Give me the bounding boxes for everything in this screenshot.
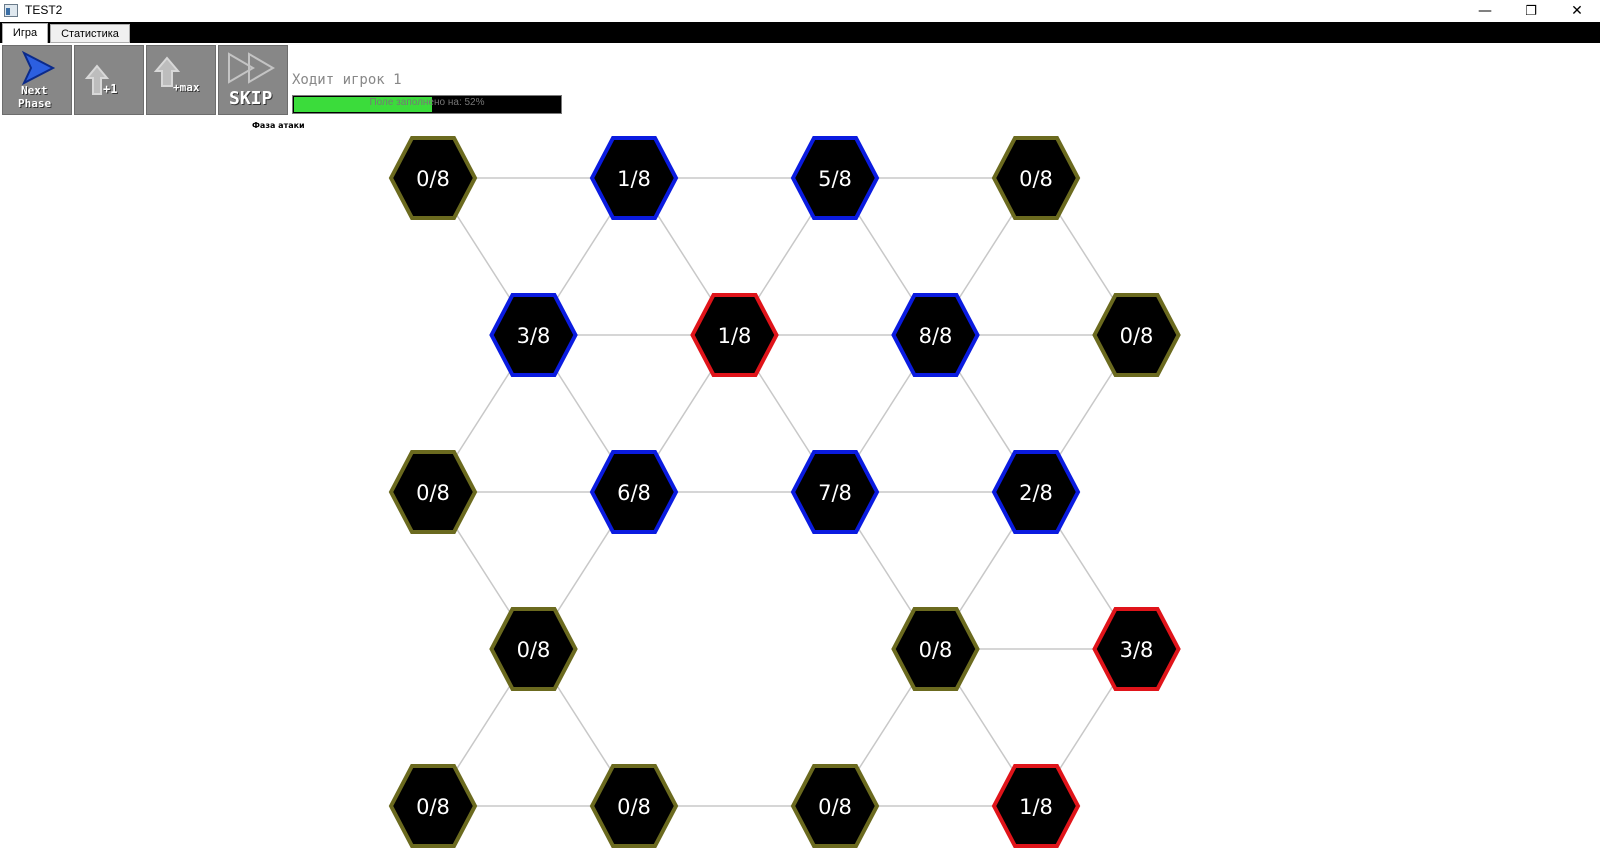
hex-value: 6/8 <box>617 481 651 505</box>
hex-cell-r4c2[interactable]: 0/8 <box>790 764 880 848</box>
hex-cell-r2c2[interactable]: 7/8 <box>790 450 880 534</box>
hex-cell-r2c1[interactable]: 6/8 <box>589 450 679 534</box>
hex-value: 1/8 <box>617 167 651 191</box>
hex-cell-r3c2[interactable]: 0/8 <box>891 607 980 691</box>
hex-cell-r2c0[interactable]: 0/8 <box>388 450 478 534</box>
hex-cell-r3c3[interactable]: 3/8 <box>1092 607 1181 691</box>
hex-value: 0/8 <box>1120 324 1154 348</box>
hex-cell-r1c0[interactable]: 3/8 <box>489 293 578 377</box>
hex-value: 0/8 <box>1019 167 1053 191</box>
hex-value: 3/8 <box>1120 638 1154 662</box>
hex-cell-r1c3[interactable]: 0/8 <box>1092 293 1181 377</box>
hex-value: 8/8 <box>919 324 953 348</box>
hex-value: 5/8 <box>818 167 852 191</box>
hex-value: 0/8 <box>416 167 450 191</box>
hex-value: 0/8 <box>818 795 852 819</box>
game-board: 0/8 1/8 5/8 0/8 3/8 1/8 8/8 0/8 0/8 6/8 7/8 2/8 0/8 0… <box>388 136 1181 848</box>
hex-cell-r0c0[interactable]: 0/8 <box>388 136 478 220</box>
hex-value: 0/8 <box>416 481 450 505</box>
hex-value: 1/8 <box>718 324 752 348</box>
hex-cell-r4c3[interactable]: 1/8 <box>991 764 1081 848</box>
hex-cell-r0c1[interactable]: 1/8 <box>589 136 679 220</box>
hex-cell-r4c1[interactable]: 0/8 <box>589 764 679 848</box>
hex-value: 2/8 <box>1019 481 1053 505</box>
hex-value: 0/8 <box>416 795 450 819</box>
hex-value: 3/8 <box>517 324 551 348</box>
hex-value: 0/8 <box>617 795 651 819</box>
hex-value: 0/8 <box>919 638 953 662</box>
hex-cell-r4c0[interactable]: 0/8 <box>388 764 478 848</box>
hex-cell-r2c3[interactable]: 2/8 <box>991 450 1081 534</box>
hex-cell-r1c2[interactable]: 8/8 <box>891 293 980 377</box>
hex-cell-r1c1[interactable]: 1/8 <box>690 293 779 377</box>
hex-value: 1/8 <box>1019 795 1053 819</box>
hex-value: 0/8 <box>517 638 551 662</box>
hex-cell-r0c2[interactable]: 5/8 <box>790 136 880 220</box>
hex-cell-r3c0[interactable]: 0/8 <box>489 607 578 691</box>
hex-cell-r0c3[interactable]: 0/8 <box>991 136 1081 220</box>
hex-value: 7/8 <box>818 481 852 505</box>
